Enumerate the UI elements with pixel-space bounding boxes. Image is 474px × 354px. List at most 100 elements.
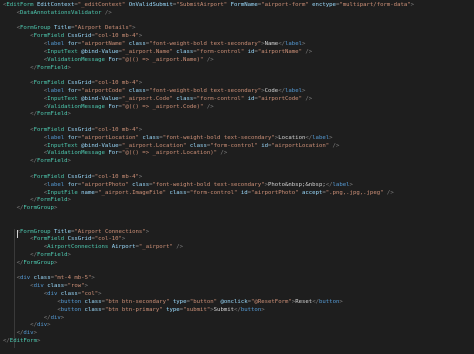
code-token: div — [23, 330, 34, 337]
code-line[interactable]: </FormField> — [3, 252, 414, 260]
code-line[interactable]: <DataAnnotationsValidator /> — [3, 10, 414, 18]
code-line[interactable]: <ValidationMessage For="@(() => _airport… — [3, 150, 414, 158]
code-token: "airportPhoto" — [81, 181, 129, 188]
code-line[interactable] — [3, 213, 414, 221]
code-line[interactable]: <label for="airportLocation" class="font… — [3, 135, 414, 143]
code-line[interactable]: </FormGroup> — [3, 205, 414, 213]
code-line[interactable] — [3, 72, 414, 80]
code-token: CssGrid — [67, 33, 92, 40]
code-line[interactable]: </div> — [3, 330, 414, 338]
code-token: > — [47, 322, 51, 329]
code-line[interactable] — [3, 18, 414, 26]
code-token: @onclick — [220, 298, 248, 305]
code-token: </ — [43, 314, 51, 321]
code-line[interactable]: <FormField CssGrid="col-10 mb-4"> — [3, 127, 414, 135]
code-line[interactable]: <FormField CssGrid="col-10 mb-4"> — [3, 33, 414, 41]
code-token: name — [81, 189, 95, 196]
code-line[interactable]: <button class="btn btn-primary" type="su… — [3, 307, 414, 315]
code-token: Title — [53, 228, 71, 235]
code-token: CssGrid — [67, 173, 92, 180]
code-line[interactable]: <InputFile name="_airport.ImageFile" cla… — [3, 190, 414, 198]
code-line[interactable]: <div class="row"> — [3, 283, 414, 291]
code-line[interactable]: <FormField CssGrid="col-10 mb-4"> — [3, 174, 414, 182]
code-line[interactable]: <InputText @bind-Value="_airport.Locatio… — [3, 143, 414, 151]
code-token: for — [67, 41, 78, 48]
code-token: "form-control" — [196, 95, 245, 102]
code-token: For — [108, 56, 119, 63]
code-token: InputText — [47, 95, 78, 102]
code-line[interactable]: <FormField CssGrid="col-10"> — [3, 236, 414, 244]
code-token: class — [169, 189, 187, 196]
code-token: @bind-Value — [81, 48, 119, 55]
code-line[interactable] — [3, 221, 414, 229]
code-line[interactable]: <button class="btn btn-secondary" type="… — [3, 299, 414, 307]
code-line[interactable]: </div> — [3, 322, 414, 330]
code-token: > — [53, 259, 58, 266]
code-line[interactable]: <label for="airportName" class="font-wei… — [3, 41, 414, 49]
code-line[interactable]: <InputText @bind-Value="_airport.Name" c… — [3, 49, 414, 57]
code-token: "form-control" — [196, 48, 245, 55]
code-line[interactable]: </EditForm> — [3, 338, 414, 346]
code-line[interactable]: <EditForm EditContext="_editContext" OnV… — [3, 2, 414, 10]
code-line[interactable] — [3, 119, 414, 127]
code-token: "@(() => _airport.Name)" — [121, 56, 204, 63]
code-token: "col-10 mb-4" — [94, 33, 139, 40]
code-token: > — [36, 337, 41, 344]
code-token: "@ResetForm" — [251, 298, 292, 305]
code-line[interactable]: <ValidationMessage For="@(() => _airport… — [3, 104, 414, 112]
code-token: for — [67, 134, 78, 141]
code-token: CssGrid — [67, 80, 92, 87]
text-caret — [17, 230, 18, 238]
code-token: "multipart/form-data" — [339, 2, 411, 8]
code-line[interactable]: </FormField> — [3, 197, 414, 205]
code-token: FormField — [36, 64, 68, 71]
code-token: FormField — [36, 252, 68, 258]
code-token: DataAnnotationsValidator — [20, 9, 102, 16]
code-line[interactable] — [3, 268, 414, 276]
code-line[interactable]: <ValidationMessage For="@(() => _airport… — [3, 57, 414, 65]
code-line[interactable] — [3, 166, 414, 174]
code-area[interactable]: <EditForm EditContext="_editContext" OnV… — [3, 2, 414, 346]
code-line[interactable]: <div class="col"> — [3, 291, 414, 299]
code-line[interactable]: <AirportConnections Airport="_airport" /… — [3, 244, 414, 252]
code-line[interactable]: </div> — [3, 315, 414, 323]
code-token: ValidationMessage — [47, 56, 105, 63]
code-token: "form-control" — [210, 142, 258, 149]
code-line[interactable]: <FormField CssGrid="col-10 mb-4"> — [3, 80, 414, 88]
code-line[interactable]: </FormField> — [3, 158, 414, 166]
code-line[interactable]: <label for="airportCode" class="font-wei… — [3, 88, 414, 96]
code-token: "airportName" — [81, 41, 126, 48]
code-token: Airport — [111, 244, 136, 251]
code-line[interactable]: <FormGroup Title="Airport Connections"> — [3, 229, 414, 237]
code-token: class — [132, 181, 150, 188]
code-token: class — [33, 275, 51, 282]
code-token: "airportCode" — [81, 87, 126, 94]
code-token: OnValidSubmit — [128, 2, 173, 8]
code-line[interactable]: <InputText @bind-Value="_airport.Code" c… — [3, 96, 414, 104]
code-token: "_airport.Location" — [121, 142, 187, 149]
code-line[interactable]: </FormGroup> — [3, 260, 414, 268]
code-editor[interactable]: <EditForm EditContext="_editContext" OnV… — [0, 0, 474, 354]
code-line[interactable]: <label for="airportPhoto" class="font-we… — [3, 182, 414, 190]
code-token: label — [332, 181, 350, 188]
code-line[interactable]: </FormField> — [3, 65, 414, 73]
code-token: </ — [30, 64, 37, 71]
code-line[interactable]: <div class="mt-4 mb-5"> — [3, 275, 414, 283]
code-token: "col-10 mb-4" — [94, 127, 139, 133]
code-token: </ — [30, 322, 37, 329]
code-line[interactable]: </FormField> — [3, 111, 414, 119]
code-token: Title — [53, 25, 71, 32]
code-line[interactable]: <FormGroup Title="Airport Details"> — [3, 25, 414, 33]
code-token: button — [318, 298, 340, 305]
code-token: ".png,.jpg,.jpeg" — [325, 189, 384, 196]
